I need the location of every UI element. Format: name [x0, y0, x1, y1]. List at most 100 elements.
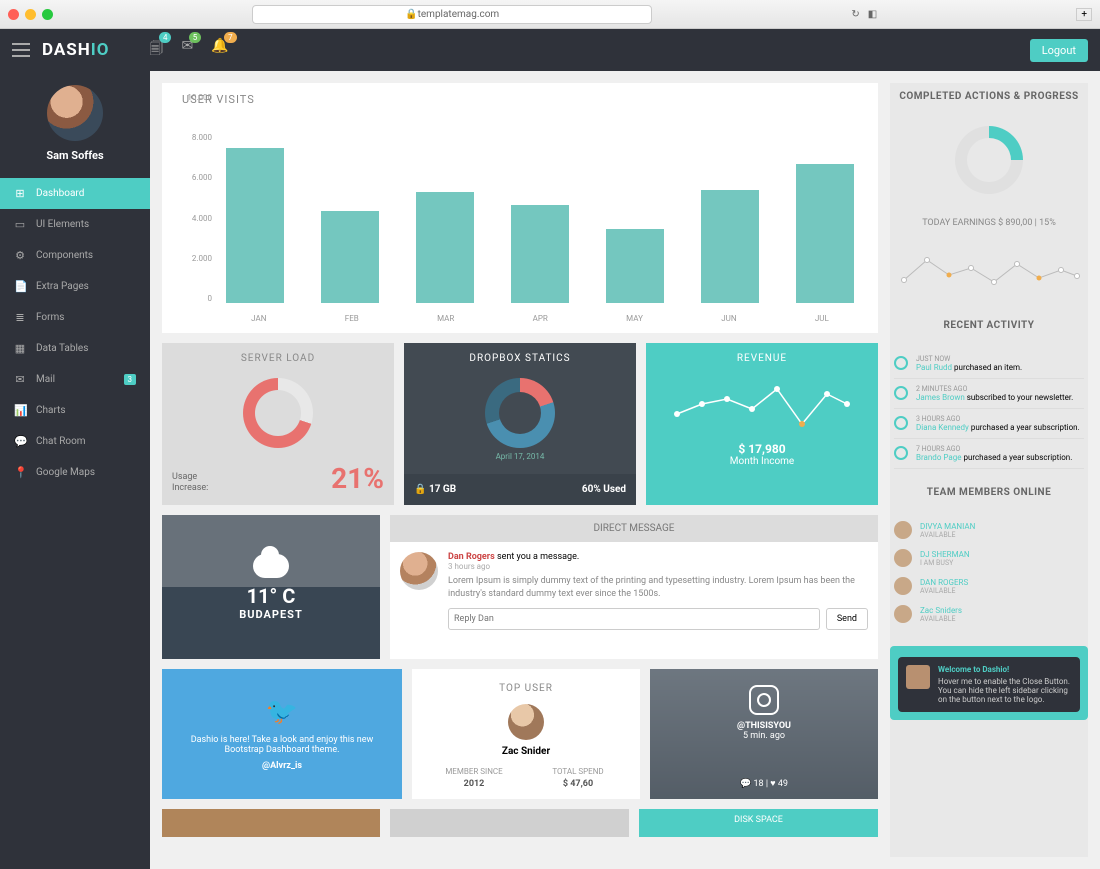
team-member[interactable]: DJ SHERMANI AM BUSY [894, 544, 1084, 572]
dm-send-button[interactable]: Send [826, 608, 868, 630]
nav-icon: 📍 [14, 466, 26, 479]
dm-time: 3 hours ago [448, 562, 868, 571]
x-tick: APR [533, 314, 548, 323]
calendar[interactable]: ‹ August 2018 › Mo6789101112 Welcome to … [890, 646, 1088, 720]
nav-components[interactable]: ⚙Components [0, 240, 150, 271]
activity-item[interactable]: JUST NOWPaul Rudd purchased an item. [894, 349, 1084, 379]
tooltip-avatar [906, 665, 930, 689]
nav-label: Dashboard [36, 188, 84, 199]
nav-ui elements[interactable]: ▭UI Elements [0, 209, 150, 240]
weather-temp: 11° C [247, 584, 296, 608]
activity-item[interactable]: 2 MINUTES AGOJames Brown subscribed to y… [894, 379, 1084, 409]
right-sidebar: COMPLETED ACTIONS & PROGRESS TODAY EARNI… [890, 83, 1088, 857]
menu-toggle-icon[interactable] [12, 43, 30, 57]
nav-data tables[interactable]: ▦Data Tables [0, 333, 150, 364]
activity-dot-icon [894, 446, 908, 460]
user-visits-chart: USER VISITS 10.0008.0006.0004.0002.0000 … [162, 83, 878, 333]
insta-handle: @THISISYOU [660, 721, 868, 731]
minimize-window[interactable] [25, 9, 36, 20]
twitter-icon: 🐦 [178, 697, 386, 727]
nav-forms[interactable]: ≣Forms [0, 302, 150, 333]
logo[interactable]: DASHIO [42, 40, 109, 60]
nav-dashboard[interactable]: ⊞ Dashboard [0, 178, 150, 209]
x-tick: FEB [345, 314, 359, 323]
sidebar: Sam Soffes ⊞Dashboard▭UI Elements⚙Compon… [0, 71, 150, 869]
x-tick: MAY [626, 314, 643, 323]
bar-FEB[interactable] [321, 211, 378, 304]
twitter-card[interactable]: 🐦 Dashio is here! Take a look and enjoy … [162, 669, 402, 799]
nav-icon: ⚙ [14, 249, 26, 262]
bar-JAN[interactable] [226, 148, 283, 303]
dm-sender[interactable]: Dan Rogers [448, 552, 495, 562]
disk-space-card: DISK SPACE [639, 809, 878, 837]
dm-reply-input[interactable] [448, 608, 820, 630]
y-tick: 8.000 [172, 133, 212, 142]
nav-mail[interactable]: ✉Mail3 [0, 364, 150, 395]
progress-title: COMPLETED ACTIONS & PROGRESS [890, 83, 1088, 110]
team-avatar [894, 549, 912, 567]
activity-dot-icon [894, 386, 908, 400]
notif-2[interactable]: 🔔7 [211, 38, 228, 62]
notif-1[interactable]: ✉5 [181, 38, 193, 62]
dropbox-title: DROPBOX STATICS [404, 343, 636, 374]
bar-MAY[interactable] [606, 229, 663, 303]
topuser-avatar[interactable] [508, 704, 544, 740]
activity-item[interactable]: 7 HOURS AGOBrando Page purchased a year … [894, 439, 1084, 469]
bar-JUL[interactable] [796, 164, 853, 303]
nav-icon: ✉ [14, 373, 26, 386]
x-tick: JUL [815, 314, 829, 323]
server-load-title: SERVER LOAD [162, 343, 394, 374]
member-since-label: MEMBER SINCE [445, 767, 502, 776]
dropbox-date: April 17, 2014 [404, 452, 636, 461]
reader-icon[interactable]: ◧ [868, 9, 877, 20]
zoom-window[interactable] [42, 9, 53, 20]
activity-dot-icon [894, 416, 908, 430]
activity-item[interactable]: 3 HOURS AGODiana Kennedy purchased a yea… [894, 409, 1084, 439]
total-spend-value: $ 47,60 [526, 779, 630, 789]
nav-label: Forms [36, 312, 64, 323]
team-member[interactable]: DAN ROGERSAVAILABLE [894, 572, 1084, 600]
url-bar[interactable]: 🔒 templatemag.com [252, 5, 652, 24]
instagram-card[interactable]: @THISISYOU 5 min. ago 💬 18 | ♥ 49 [650, 669, 878, 799]
nav-label: Mail [36, 374, 55, 385]
new-tab-button[interactable]: + [1076, 8, 1092, 21]
server-load-card: SERVER LOAD Usage Increase: 21% [162, 343, 394, 505]
bar-APR[interactable] [511, 205, 568, 303]
welcome-tooltip[interactable]: Welcome to Dashio!Hover me to enable the… [898, 657, 1080, 712]
bar-JUN[interactable] [701, 190, 758, 303]
server-usage-label: Usage Increase: [172, 472, 208, 495]
bar-MAR[interactable] [416, 192, 473, 303]
insta-stats: 💬 18 | ♥ 49 [660, 778, 868, 789]
refresh-icon[interactable]: ↻ [851, 9, 859, 20]
nav-charts[interactable]: 📊Charts [0, 395, 150, 426]
activity-title: RECENT ACTIVITY [890, 312, 1088, 339]
nav-google maps[interactable]: 📍Google Maps [0, 457, 150, 488]
logout-button[interactable]: Logout [1030, 39, 1088, 62]
topbar: DASHIO 🗐4 ✉5 🔔7 Logout [0, 29, 1100, 71]
nav-extra pages[interactable]: 📄Extra Pages [0, 271, 150, 302]
server-load-donut [243, 378, 313, 448]
notif-0[interactable]: 🗐4 [149, 38, 163, 62]
instagram-icon [749, 685, 779, 715]
tweet-text: Dashio is here! Take a look and enjoy th… [178, 735, 386, 755]
nav-chat room[interactable]: 💬Chat Room [0, 426, 150, 457]
team-member[interactable]: Zac SnidersAVAILABLE [894, 600, 1084, 628]
earnings-text: TODAY EARNINGS $ 890,00 | 15% [890, 218, 1088, 228]
browser-toolbar: ↻ ◧ [851, 9, 877, 20]
user-avatar[interactable] [47, 85, 103, 141]
dropbox-size: 🔒 17 GB [414, 484, 456, 495]
traffic-lights [8, 9, 53, 20]
insta-time: 5 min. ago [660, 731, 868, 741]
y-tick: 10.000 [172, 93, 212, 102]
topuser-title: TOP USER [422, 679, 630, 698]
product-photo[interactable] [162, 809, 380, 837]
dm-sender-avatar[interactable] [400, 552, 438, 590]
nav-icon: ⊞ [14, 187, 26, 200]
team-avatar [894, 521, 912, 539]
close-window[interactable] [8, 9, 19, 20]
team-member[interactable]: DIVYA MANIANAVAILABLE [894, 516, 1084, 544]
nav-icon: 📊 [14, 404, 26, 417]
earnings-sparkline [898, 250, 1080, 290]
x-tick: JAN [251, 314, 266, 323]
revenue-sparkline [656, 374, 868, 434]
